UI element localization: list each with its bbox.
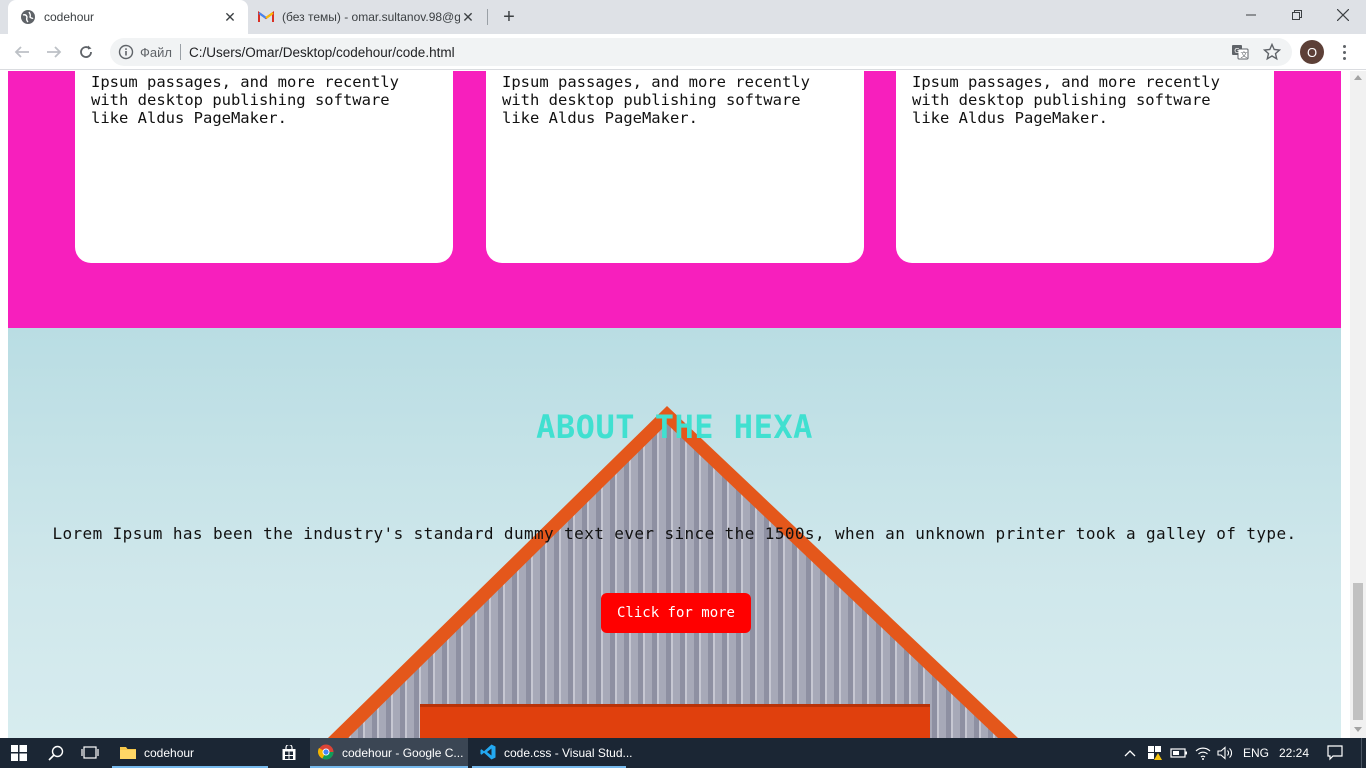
browser-toolbar: Файл C:/Users/Omar/Desktop/codehour/code…	[0, 34, 1366, 70]
service-card: Ipsum passages, and more recently with d…	[75, 71, 453, 263]
wifi-icon[interactable]	[1192, 738, 1214, 768]
tab-title: (без темы) - omar.sultanov.98@g	[282, 10, 460, 24]
clock[interactable]: 22:24	[1276, 738, 1312, 768]
taskbar-app-explorer[interactable]: codehour	[112, 738, 268, 768]
service-card: Ipsum passages, and more recently with d…	[486, 71, 864, 263]
taskbar-app-chrome[interactable]: codehour - Google C...	[310, 738, 468, 768]
about-text: Lorem Ipsum has been the industry's stan…	[52, 524, 1297, 543]
card-text: Ipsum passages, and more recently with d…	[91, 73, 399, 127]
reload-button[interactable]	[72, 38, 100, 66]
translate-icon[interactable]: G文	[1228, 40, 1252, 64]
page-viewport: Ipsum passages, and more recently with d…	[0, 71, 1366, 738]
bookmark-star-icon[interactable]	[1260, 40, 1284, 64]
back-button[interactable]	[8, 38, 36, 66]
svg-text:G: G	[1234, 47, 1239, 55]
scroll-up-arrow-icon[interactable]	[1354, 75, 1362, 80]
taskbar-app-vscode[interactable]: code.css - Visual Stud...	[472, 738, 633, 768]
window-close-button[interactable]	[1320, 0, 1366, 30]
gmail-icon	[258, 9, 274, 25]
vscode-icon	[480, 744, 496, 763]
task-view-icon[interactable]	[74, 738, 106, 768]
search-icon[interactable]	[40, 738, 72, 768]
folder-icon	[120, 745, 136, 762]
address-divider	[179, 44, 181, 60]
card-text: Ipsum passages, and more recently with d…	[912, 73, 1220, 127]
scrollbar-thumb[interactable]	[1353, 583, 1363, 720]
close-icon[interactable]: ✕	[222, 9, 238, 25]
tab-separator	[487, 9, 488, 25]
restore-button[interactable]	[1274, 0, 1320, 30]
windows-start-icon[interactable]	[0, 738, 38, 768]
show-desktop-button[interactable]	[1361, 738, 1366, 768]
profile-avatar[interactable]: O	[1300, 40, 1324, 64]
chevron-up-icon[interactable]	[1120, 738, 1140, 768]
minimize-button[interactable]	[1228, 0, 1274, 30]
forward-button[interactable]	[40, 38, 68, 66]
windows-taskbar: codehour codehour - Google C... code.css…	[0, 738, 1366, 768]
taskbar-app-label: codehour - Google C...	[342, 746, 464, 760]
menu-dots-icon[interactable]	[1334, 40, 1354, 64]
tab-strip: codehour ✕ (без темы) - omar.sultanov.98…	[0, 0, 1366, 34]
scheme-label: Файл	[140, 44, 172, 60]
services-section: Ipsum passages, and more recently with d…	[8, 71, 1341, 328]
language-indicator[interactable]: ENG	[1238, 738, 1274, 768]
tab-title: codehour	[44, 10, 95, 24]
volume-icon[interactable]	[1214, 738, 1238, 768]
defender-warning-icon[interactable]	[1144, 738, 1166, 768]
click-for-more-button[interactable]: Click for more	[601, 593, 751, 633]
close-icon[interactable]: ✕	[460, 9, 476, 25]
tab-gmail[interactable]: (без темы) - omar.sultanov.98@g ✕	[250, 0, 486, 34]
scroll-down-arrow-icon[interactable]	[1354, 727, 1362, 732]
info-icon[interactable]	[118, 44, 134, 60]
svg-text:文: 文	[1241, 50, 1248, 59]
service-card: Ipsum passages, and more recently with d…	[896, 71, 1274, 263]
store-icon[interactable]	[272, 738, 306, 768]
chrome-icon	[318, 744, 334, 763]
url-text: C:/Users/Omar/Desktop/codehour/code.html	[188, 44, 455, 60]
card-text: Ipsum passages, and more recently with d…	[502, 73, 810, 127]
address-bar[interactable]: Файл C:/Users/Omar/Desktop/codehour/code…	[110, 38, 1292, 66]
globe-icon	[20, 9, 36, 25]
about-title: ABOUT THE HEXA	[536, 408, 813, 446]
notifications-icon[interactable]	[1318, 738, 1352, 768]
page-scrollbar[interactable]	[1350, 71, 1366, 738]
battery-icon[interactable]	[1168, 738, 1190, 768]
new-tab-button[interactable]: +	[497, 5, 521, 29]
tab-codehour[interactable]: codehour ✕	[8, 0, 248, 34]
taskbar-app-label: code.css - Visual Stud...	[504, 746, 633, 760]
taskbar-app-label: codehour	[144, 746, 195, 760]
about-section: ABOUT THE HEXA Lorem Ipsum has been the …	[8, 328, 1341, 738]
